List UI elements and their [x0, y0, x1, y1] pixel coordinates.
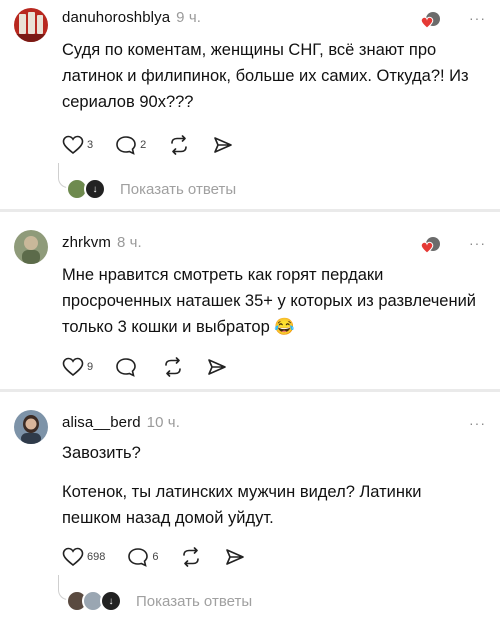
repost-button[interactable] — [162, 357, 184, 377]
like-count: 698 — [87, 551, 106, 563]
repost-button[interactable] — [168, 135, 190, 155]
comment-icon — [128, 548, 149, 567]
reply-count: 2 — [140, 139, 147, 151]
comment-icon — [116, 358, 136, 377]
show-replies-button[interactable]: ↓ Показать ответы — [66, 178, 236, 200]
heart-icon — [62, 547, 84, 567]
comment-actions: 698 6 — [62, 545, 268, 569]
heart-icon — [62, 135, 84, 155]
more-options-icon[interactable]: ··· — [469, 415, 486, 431]
comment-icon — [116, 136, 136, 155]
comment-actions: 9 — [62, 355, 250, 379]
like-count: 3 — [87, 139, 94, 151]
timestamp: 10 ч. — [146, 414, 180, 431]
like-button[interactable]: 9 — [62, 357, 93, 377]
reply-button[interactable] — [115, 357, 140, 377]
reply-count: 6 — [152, 551, 159, 563]
like-button[interactable]: 3 — [62, 135, 93, 155]
avatar[interactable] — [14, 8, 48, 42]
show-replies-label: Показать ответы — [120, 180, 237, 198]
comment-text-line1: Завозить? — [62, 444, 141, 462]
username-line: danuhoroshblya 9 ч. — [62, 9, 201, 26]
username[interactable]: alisa__berd — [62, 414, 141, 431]
send-icon — [208, 359, 226, 375]
comment-text: Мне нравится смотреть как горят пердаки … — [62, 266, 477, 336]
username-line: zhrkvm 8 ч. — [62, 234, 142, 251]
comment-1: danuhoroshblya 9 ч. ··· Судя по коментам,… — [0, 0, 500, 210]
avatar[interactable] — [14, 410, 48, 444]
repost-icon — [171, 135, 188, 155]
comment-text: Судя по коментам, женщины СНГ, всё знают… — [62, 41, 469, 111]
repost-icon — [183, 547, 200, 567]
share-button[interactable] — [206, 357, 228, 377]
comment-actions: 3 2 — [62, 133, 256, 157]
like-button[interactable]: 698 — [62, 547, 105, 567]
more-options-icon[interactable]: ··· — [469, 10, 486, 26]
arrow-down-icon: ↓ — [84, 178, 106, 200]
comment-text-line2: Котенок, ты латинских мужчин видел? Лати… — [62, 483, 422, 527]
username[interactable]: danuhoroshblya — [62, 9, 170, 26]
timestamp: 8 ч. — [116, 234, 142, 251]
comment-3: alisa__berd 10 ч. ··· Завозить? Котенок, … — [0, 392, 500, 625]
arrow-down-icon: ↓ — [100, 590, 122, 612]
repost-button[interactable] — [180, 547, 202, 567]
comment-2: zhrkvm 8 ч. ··· Мне нравится смотреть как… — [0, 212, 500, 390]
more-options-icon[interactable]: ··· — [469, 235, 486, 251]
avatar[interactable] — [14, 230, 48, 264]
show-replies-label: Показать ответы — [136, 592, 253, 610]
like-count: 9 — [87, 361, 94, 373]
timestamp: 9 ч. — [176, 9, 202, 26]
username[interactable]: zhrkvm — [62, 234, 111, 251]
share-button[interactable] — [212, 135, 234, 155]
heart-icon — [62, 357, 84, 377]
author-reaction-icon — [418, 11, 442, 31]
send-icon — [226, 549, 245, 565]
reply-button[interactable]: 2 — [115, 135, 146, 155]
username-line: alisa__berd 10 ч. — [62, 414, 180, 431]
author-reaction-icon — [418, 236, 442, 256]
reply-button[interactable]: 6 — [127, 547, 158, 567]
send-icon — [214, 137, 233, 153]
repost-icon — [165, 357, 181, 377]
show-replies-button[interactable]: ↓ Показать ответы — [66, 590, 252, 612]
share-button[interactable] — [224, 547, 246, 567]
